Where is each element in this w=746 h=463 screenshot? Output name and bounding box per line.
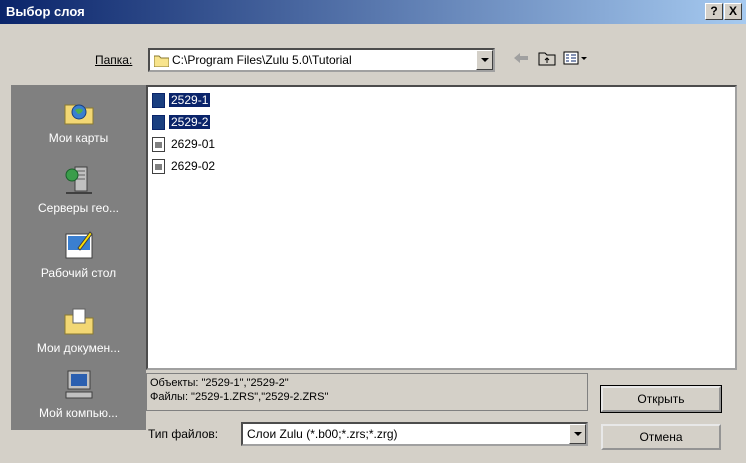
place-my-computer[interactable]: Мой компью... xyxy=(11,368,146,420)
back-arrow-icon[interactable] xyxy=(512,50,530,66)
place-label-my-documents: Мои докумен... xyxy=(36,341,121,355)
raster-file-icon xyxy=(152,159,165,175)
folder-label-text: Папка: xyxy=(95,53,133,67)
file-list[interactable]: 2529-1 2529-2 2629-01 2629-02 xyxy=(146,85,737,370)
help-button[interactable]: ? xyxy=(705,3,723,20)
geo-servers-icon xyxy=(65,166,92,194)
folder-dropdown-arrow[interactable] xyxy=(476,50,493,70)
filetype-label: Тип файлов: xyxy=(148,427,219,441)
layer-select-dialog: Выбор слоя ? X Папка: C:\Program Files\Z… xyxy=(0,0,746,463)
filetype-value: Слои Zulu (*.b00;*.zrs;*.zrg) xyxy=(247,427,398,441)
desktop-icon xyxy=(65,231,93,259)
my-computer-icon xyxy=(65,370,92,399)
raster-file-icon xyxy=(152,137,165,153)
folder-path: C:\Program Files\Zulu 5.0\Tutorial xyxy=(172,53,352,67)
place-label-desktop: Рабочий стол xyxy=(40,266,117,280)
view-menu-icon[interactable] xyxy=(563,50,589,66)
file-name: 2529-2 xyxy=(169,115,211,129)
place-geo-servers[interactable]: Серверы гео... xyxy=(11,163,146,215)
up-folder-icon[interactable] xyxy=(538,50,556,66)
file-name: 2629-02 xyxy=(171,159,216,173)
place-label-my-maps: Мои карты xyxy=(48,131,109,145)
open-button[interactable]: Открыть xyxy=(600,385,722,413)
selected-objects-text: Объекты: "2529-1","2529-2" xyxy=(150,377,289,389)
place-label-my-computer: Мой компью... xyxy=(39,406,118,420)
layer-file-icon xyxy=(152,93,165,109)
file-name: 2529-1 xyxy=(169,93,211,107)
cancel-button[interactable]: Отмена xyxy=(601,424,721,450)
place-my-documents[interactable]: Мои докумен... xyxy=(11,303,146,355)
my-documents-icon xyxy=(64,308,93,335)
selected-files-text: Файлы: "2529-1.ZRS","2529-2.ZRS" xyxy=(150,391,329,403)
my-maps-icon xyxy=(64,104,93,125)
places-bar: Мои карты Серверы гео... Рабочий стол Мо… xyxy=(11,85,146,430)
close-button[interactable]: X xyxy=(724,3,742,20)
folder-icon xyxy=(154,55,169,67)
place-label-geo-servers: Серверы гео... xyxy=(37,201,120,215)
layer-file-icon xyxy=(152,115,165,131)
title-bar[interactable]: Выбор слоя ? X xyxy=(0,0,746,24)
filetype-combo[interactable]: Слои Zulu (*.b00;*.zrs;*.zrg) xyxy=(241,422,588,446)
folder-combo[interactable]: C:\Program Files\Zulu 5.0\Tutorial xyxy=(148,48,495,72)
selection-info: Объекты: "2529-1","2529-2" Файлы: "2529-… xyxy=(146,373,588,411)
place-my-maps[interactable]: Мои карты xyxy=(11,93,146,145)
file-item-2529-2[interactable]: 2529-2 xyxy=(152,113,211,131)
file-item-2629-01[interactable]: 2629-01 xyxy=(152,135,217,153)
folder-label: Папка: xyxy=(95,53,132,67)
filetype-dropdown-arrow[interactable] xyxy=(569,424,586,444)
window-title: Выбор слоя xyxy=(6,4,85,19)
place-desktop[interactable]: Рабочий стол xyxy=(11,228,146,280)
file-name: 2629-01 xyxy=(171,137,216,151)
file-item-2629-02[interactable]: 2629-02 xyxy=(152,157,217,175)
file-item-2529-1[interactable]: 2529-1 xyxy=(152,91,211,109)
